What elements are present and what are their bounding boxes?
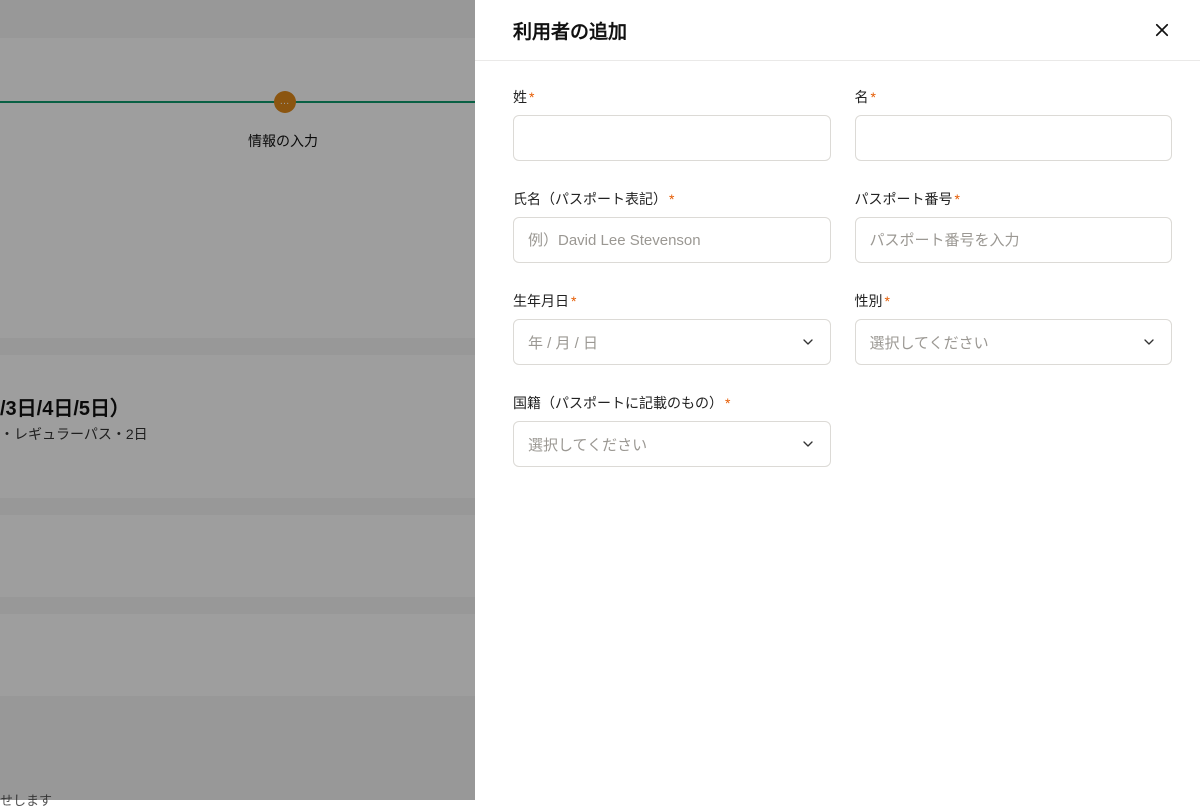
label-first-name: 名* <box>855 87 1173 107</box>
field-passport-number: パスポート番号* <box>855 189 1173 263</box>
passport-number-input[interactable] <box>855 217 1173 263</box>
field-first-name: 名* <box>855 87 1173 161</box>
required-marker: * <box>529 89 534 105</box>
label-nationality: 国籍（パスポートに記載のもの）* <box>513 393 831 413</box>
close-button[interactable] <box>1148 16 1176 44</box>
close-icon <box>1153 21 1171 39</box>
label-full-name-passport: 氏名（パスポート表記）* <box>513 189 831 209</box>
gender-select[interactable]: 選択してください <box>855 319 1173 365</box>
field-last-name: 姓* <box>513 87 831 161</box>
chevron-down-icon <box>800 436 816 452</box>
first-name-input[interactable] <box>855 115 1173 161</box>
nationality-placeholder: 選択してください <box>528 434 647 455</box>
required-marker: * <box>871 89 876 105</box>
field-full-name-passport: 氏名（パスポート表記）* <box>513 189 831 263</box>
birthdate-placeholder: 年 / 月 / 日 <box>528 332 598 353</box>
required-marker: * <box>669 191 674 207</box>
gender-placeholder: 選択してください <box>870 332 989 353</box>
label-passport-number: パスポート番号* <box>855 189 1173 209</box>
full-name-passport-input[interactable] <box>513 217 831 263</box>
required-marker: * <box>885 293 890 309</box>
label-birthdate: 生年月日* <box>513 291 831 311</box>
required-marker: * <box>955 191 960 207</box>
modal-title: 利用者の追加 <box>513 17 627 44</box>
row-name: 姓* 名* <box>513 87 1172 161</box>
row-nationality: 国籍（パスポートに記載のもの）* 選択してください <box>513 393 1172 467</box>
label-gender: 性別* <box>855 291 1173 311</box>
field-birthdate: 生年月日* 年 / 月 / 日 <box>513 291 831 365</box>
modal-header: 利用者の追加 <box>475 0 1200 61</box>
required-marker: * <box>725 395 730 411</box>
field-gender: 性別* 選択してください <box>855 291 1173 365</box>
chevron-down-icon <box>800 334 816 350</box>
required-marker: * <box>571 293 576 309</box>
last-name-input[interactable] <box>513 115 831 161</box>
field-nationality: 国籍（パスポートに記載のもの）* 選択してください <box>513 393 831 467</box>
add-user-modal: 利用者の追加 姓* 名* 氏名（パスポート表記）* パスポート番号* <box>475 0 1200 800</box>
nationality-select[interactable]: 選択してください <box>513 421 831 467</box>
chevron-down-icon <box>1141 334 1157 350</box>
row-birth-gender: 生年月日* 年 / 月 / 日 性別* 選択してください <box>513 291 1172 365</box>
modal-body: 姓* 名* 氏名（パスポート表記）* パスポート番号* 生年月日* 年 <box>475 61 1200 493</box>
birthdate-picker[interactable]: 年 / 月 / 日 <box>513 319 831 365</box>
row-passport: 氏名（パスポート表記）* パスポート番号* <box>513 189 1172 263</box>
label-last-name: 姓* <box>513 87 831 107</box>
